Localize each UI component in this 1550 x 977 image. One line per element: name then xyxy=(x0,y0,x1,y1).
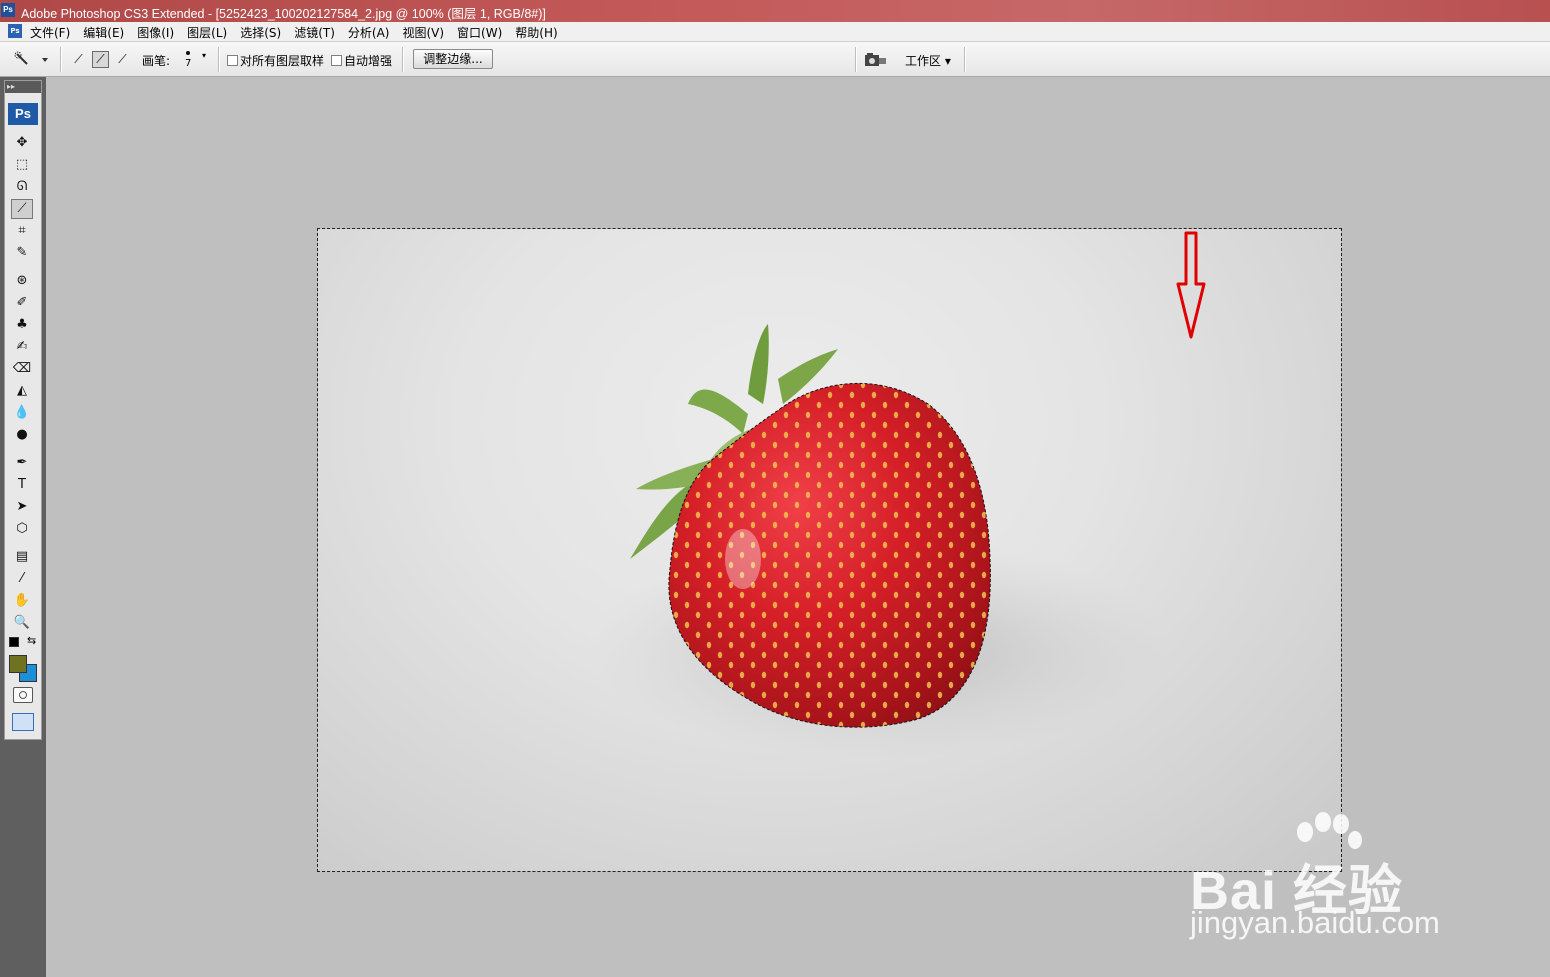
menu-layer[interactable]: 图层(L) xyxy=(187,24,227,41)
menu-select[interactable]: 选择(S) xyxy=(240,24,281,41)
options-bar: ⟋ ⟋ ⟋ 画笔: 7 ▾ 对所有图层取样 自动增强 调整边缘... 工作区 ▾ xyxy=(0,42,1550,77)
swap-colors-icon[interactable]: ⇆ xyxy=(27,634,36,647)
document-icon[interactable]: Ps xyxy=(8,24,22,38)
crop-tool-icon[interactable]: ⌗ xyxy=(11,221,33,241)
options-separator xyxy=(402,47,404,72)
history-brush-icon[interactable]: ✍ xyxy=(11,337,33,357)
options-separator xyxy=(964,47,966,72)
refine-edge-button[interactable]: 调整边缘... xyxy=(413,49,493,69)
zoom-tool-icon[interactable]: 🔍 xyxy=(11,613,33,633)
auto-enhance-label: 自动增强 xyxy=(344,54,393,68)
options-separator xyxy=(855,47,857,72)
strawberry-seeds xyxy=(668,383,991,728)
subtract-from-selection-icon[interactable]: ⟋ xyxy=(114,51,131,68)
strawberry-photo xyxy=(588,231,1206,759)
type-tool-icon[interactable]: T xyxy=(11,475,33,495)
menu-edit[interactable]: 编辑(E) xyxy=(83,24,124,41)
new-selection-icon[interactable]: ⟋ xyxy=(70,51,87,68)
toolbox-grip[interactable]: ▸▸ xyxy=(5,81,41,93)
menu-bar: Ps 文件(F) 编辑(E) 图像(I) 图层(L) 选择(S) 滤镜(T) 分… xyxy=(0,22,1550,42)
sample-all-layers-label: 对所有图层取样 xyxy=(240,54,325,68)
baidu-watermark: Bai 经验 jingyan.baidu.com xyxy=(1190,810,1490,950)
watermark-url: jingyan.baidu.com xyxy=(1190,905,1440,940)
lasso-tool-icon[interactable]: ᘏ xyxy=(11,177,33,197)
marquee-tool-icon[interactable]: ⬚ xyxy=(11,155,33,175)
chevron-down-icon: ▾ xyxy=(202,51,207,60)
bridge-icon xyxy=(865,53,886,66)
brush-size: 7 xyxy=(185,58,192,69)
ps-logo-icon[interactable]: Ps xyxy=(8,103,38,125)
brush-dot-icon xyxy=(186,51,190,55)
brush-label: 画笔: xyxy=(142,54,171,68)
quick-selection-preset-icon xyxy=(14,51,48,65)
options-separator xyxy=(218,47,220,72)
paint-bucket-icon[interactable]: ◭ xyxy=(11,381,33,401)
workspace-menu[interactable]: 工作区 ▾ xyxy=(905,52,951,69)
menu-analysis[interactable]: 分析(A) xyxy=(348,24,390,41)
strawberry-highlight xyxy=(725,529,761,589)
quick-selection-tool-icon[interactable]: ⟋ xyxy=(11,199,33,219)
options-separator xyxy=(60,47,62,72)
menu-file[interactable]: 文件(F) xyxy=(30,24,70,41)
menu-filter[interactable]: 滤镜(T) xyxy=(294,24,335,41)
dodge-tool-icon[interactable]: ● xyxy=(11,425,33,445)
healing-brush-icon[interactable]: ⊛ xyxy=(11,271,33,291)
shape-tool-icon[interactable]: ⬡ xyxy=(11,519,33,539)
blur-tool-icon[interactable]: 💧 xyxy=(11,403,33,423)
app-logo-icon: Ps xyxy=(1,3,15,17)
brush-tool-icon[interactable]: ✐ xyxy=(11,293,33,313)
sample-all-layers-checkbox[interactable] xyxy=(227,55,238,66)
menu-image[interactable]: 图像(I) xyxy=(137,24,174,41)
move-tool-icon[interactable]: ✥ xyxy=(11,133,33,153)
menu-view[interactable]: 视图(V) xyxy=(402,24,444,41)
path-selection-icon[interactable]: ➤ xyxy=(11,497,33,517)
brush-picker[interactable]: 7 ▾ xyxy=(182,46,206,72)
window-title: Adobe Photoshop CS3 Extended - [5252423_… xyxy=(21,7,546,21)
menu-help[interactable]: 帮助(H) xyxy=(515,24,557,41)
screen-mode-icon[interactable] xyxy=(12,713,34,731)
notes-tool-icon[interactable]: ▤ xyxy=(11,547,33,567)
menu-window[interactable]: 窗口(W) xyxy=(457,24,502,41)
toolbox: ▸▸ Ps ✥ ⬚ ᘏ ⟋ ⌗ ✎ ⊛ ✐ ♣ ✍ ⌫ ◭ 💧 ● ✒ T ➤ ⬡ ▤ ⁄ ✋ 🔍 ⇆ xyxy=(4,80,42,740)
bridge-button[interactable] xyxy=(864,51,888,69)
eyedropper-icon[interactable]: ⁄ xyxy=(11,569,33,589)
pen-tool-icon[interactable]: ✒ xyxy=(11,453,33,473)
document-canvas[interactable] xyxy=(317,228,1342,872)
add-to-selection-icon[interactable]: ⟋ xyxy=(92,51,109,68)
auto-enhance-checkbox[interactable] xyxy=(331,55,342,66)
eraser-tool-icon[interactable]: ⌫ xyxy=(11,359,33,379)
tool-preset-picker[interactable] xyxy=(12,49,50,69)
quick-mask-icon[interactable] xyxy=(13,687,33,703)
default-colors-icon[interactable] xyxy=(9,637,19,647)
foreground-color-swatch[interactable] xyxy=(9,655,27,673)
red-arrow-annotation xyxy=(1176,231,1206,339)
slice-tool-icon[interactable]: ✎ xyxy=(11,243,33,263)
hand-tool-icon[interactable]: ✋ xyxy=(11,591,33,611)
title-bar: Ps Adobe Photoshop CS3 Extended - [52524… xyxy=(0,0,1550,22)
clone-stamp-icon[interactable]: ♣ xyxy=(11,315,33,335)
